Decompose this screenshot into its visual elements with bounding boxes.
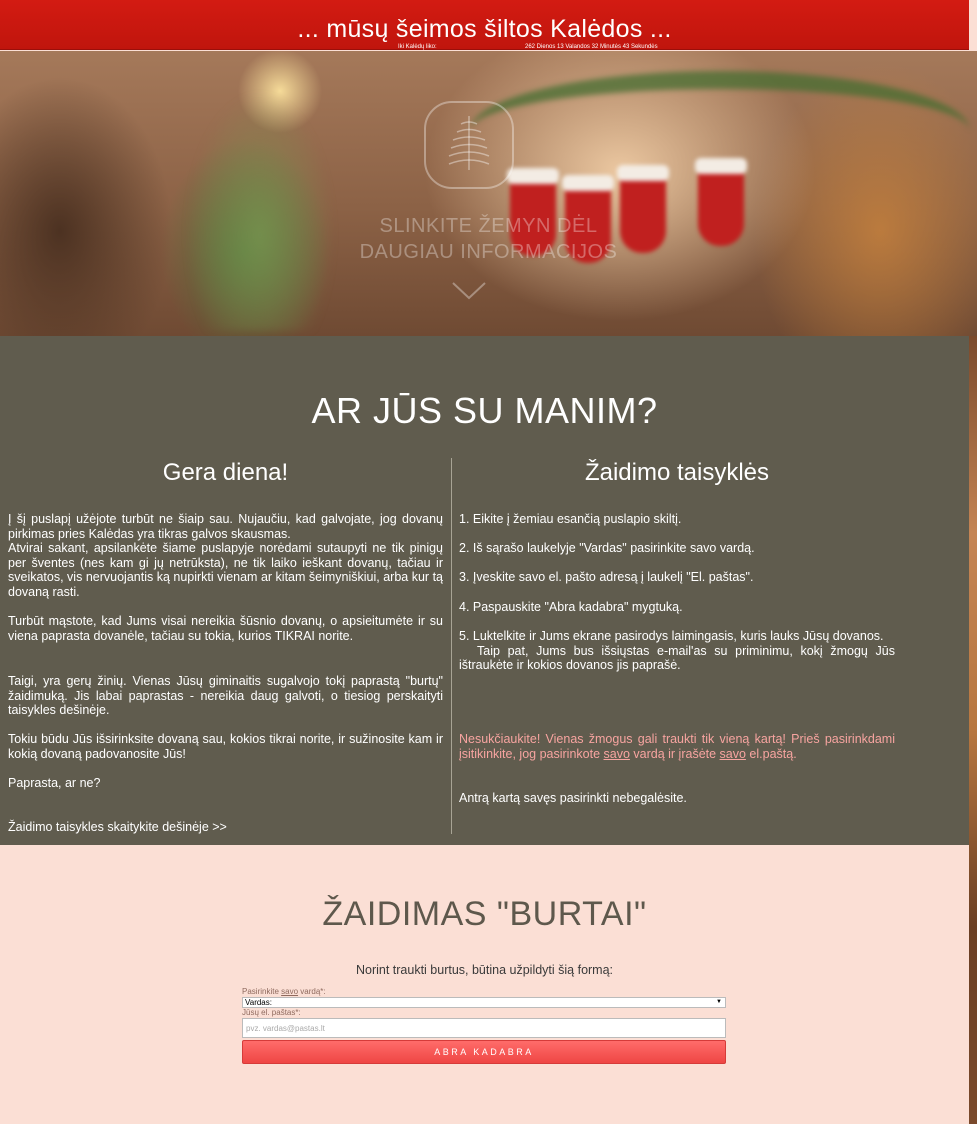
background-edge <box>969 336 977 1124</box>
rules-pointer: Žaidimo taisykles skaitykite dešinėje >> <box>8 820 227 834</box>
intro-paragraph: Į šį puslapį užėjote turbūt ne šiaip sau… <box>8 512 443 599</box>
game-section: ŽAIDIMAS "BURTAI" Norint traukti burtus,… <box>0 845 969 1124</box>
countdown-value: 262 Dienos 13 Valandos 32 Minutės 43 Sek… <box>525 44 658 50</box>
rule-5-text: 5. Luktelkite ir Jums ekrane pasirodys l… <box>459 629 884 643</box>
warning-underline: savo <box>719 746 746 761</box>
intro-paragraph: Taigi, yra gerų žinių. Vienas Jūsų gimin… <box>8 674 443 718</box>
second-try-note: Antrą kartą savęs pasirinkti nebegalėsit… <box>459 791 687 805</box>
hero-banner: SLINKITE ŽEMYN DĖL DAUGIAU INFORMACIJOS <box>0 51 977 336</box>
email-label: Jūsų el. paštas*: <box>242 1008 301 1017</box>
rules-heading: Žaidimo taisyklės <box>584 459 770 486</box>
name-select[interactable]: Vardas: ▼ <box>242 997 726 1008</box>
abra-kadabra-button[interactable]: ABRA KADABRA <box>242 1040 726 1064</box>
name-label-underline: savo <box>281 987 299 996</box>
rule-item: 3. Įveskite savo el. pašto adresą į lauk… <box>459 570 754 584</box>
rule-item: 4. Paspauskite "Abra kadabra" mygtuką. <box>459 600 683 614</box>
warning-part: el.paštą. <box>745 746 797 761</box>
rule-item: 2. Iš sąrašo laukelyje "Vardas" pasirink… <box>459 541 755 555</box>
game-title: ŽAIDIMAS "BURTAI" <box>322 895 647 933</box>
intro-heading: Gera diena! <box>162 459 289 486</box>
warning-text: Nesukčiaukite! Vienas žmogus gali traukt… <box>459 732 895 761</box>
intro-paragraph: Turbūt mąstote, kad Jums visai nereikia … <box>8 614 443 643</box>
name-select-value: Vardas: <box>245 998 272 1007</box>
christmas-tree-image <box>185 91 335 331</box>
intro-column: Gera diena! Į šį puslapį užėjote turbūt … <box>8 458 443 834</box>
draw-form: Pasirinkite savo vardą*: Vardas: ▼ Jūsų … <box>242 987 726 1064</box>
rule-item: 5. Luktelkite ir Jums ekrane pasirodys l… <box>459 629 895 673</box>
about-section: AR JŪS SU MANIM? Gera diena! Į šį puslap… <box>0 336 969 845</box>
site-title: ... mūsų šeimos šiltos Kalėdos ... <box>297 15 672 43</box>
top-header-bar: ... mūsų šeimos šiltos Kalėdos ... Iki K… <box>0 0 969 50</box>
scroll-text-line1: SLINKITE ŽEMYN DĖL <box>379 215 598 237</box>
rules-column: Žaidimo taisyklės 1. Eikite į žemiau esa… <box>459 458 895 805</box>
rule-5-note: Taip pat, Jums bus išsiųstas e-mail'as s… <box>459 643 895 673</box>
scroll-text-line2: DAUGIAU INFORMACIJOS <box>359 241 618 263</box>
countdown-label: Iki Kalėdų liko: <box>398 44 437 50</box>
tree-icon <box>424 101 514 189</box>
rule-item: 1. Eikite į žemiau esančią puslapio skil… <box>459 512 682 526</box>
scroll-down-hint: SLINKITE ŽEMYN DĖL DAUGIAU INFORMACIJOS <box>0 213 977 265</box>
name-label-part: Pasirinkite <box>242 987 282 996</box>
name-label-part: vardą*: <box>298 987 326 996</box>
email-field[interactable] <box>242 1018 726 1038</box>
countdown: Iki Kalėdų liko: 262 Dienos 13 Valandos … <box>0 43 969 51</box>
intro-paragraph: Paprasta, ar ne? <box>8 776 101 790</box>
warning-part: vardą ir įrašėte <box>629 746 720 761</box>
intro-paragraph: Tokiu būdu Jūs išsirinksite dovaną sau, … <box>8 732 443 761</box>
chevron-down-icon[interactable] <box>451 281 487 301</box>
name-label: Pasirinkite savo vardą*: <box>242 987 726 997</box>
dropdown-arrow-icon: ▼ <box>716 999 722 1005</box>
column-divider <box>451 458 452 834</box>
form-intro: Norint traukti burtus, būtina užpildyti … <box>355 963 614 977</box>
about-title: AR JŪS SU MANIM? <box>311 390 658 431</box>
warning-underline: savo <box>603 746 630 761</box>
